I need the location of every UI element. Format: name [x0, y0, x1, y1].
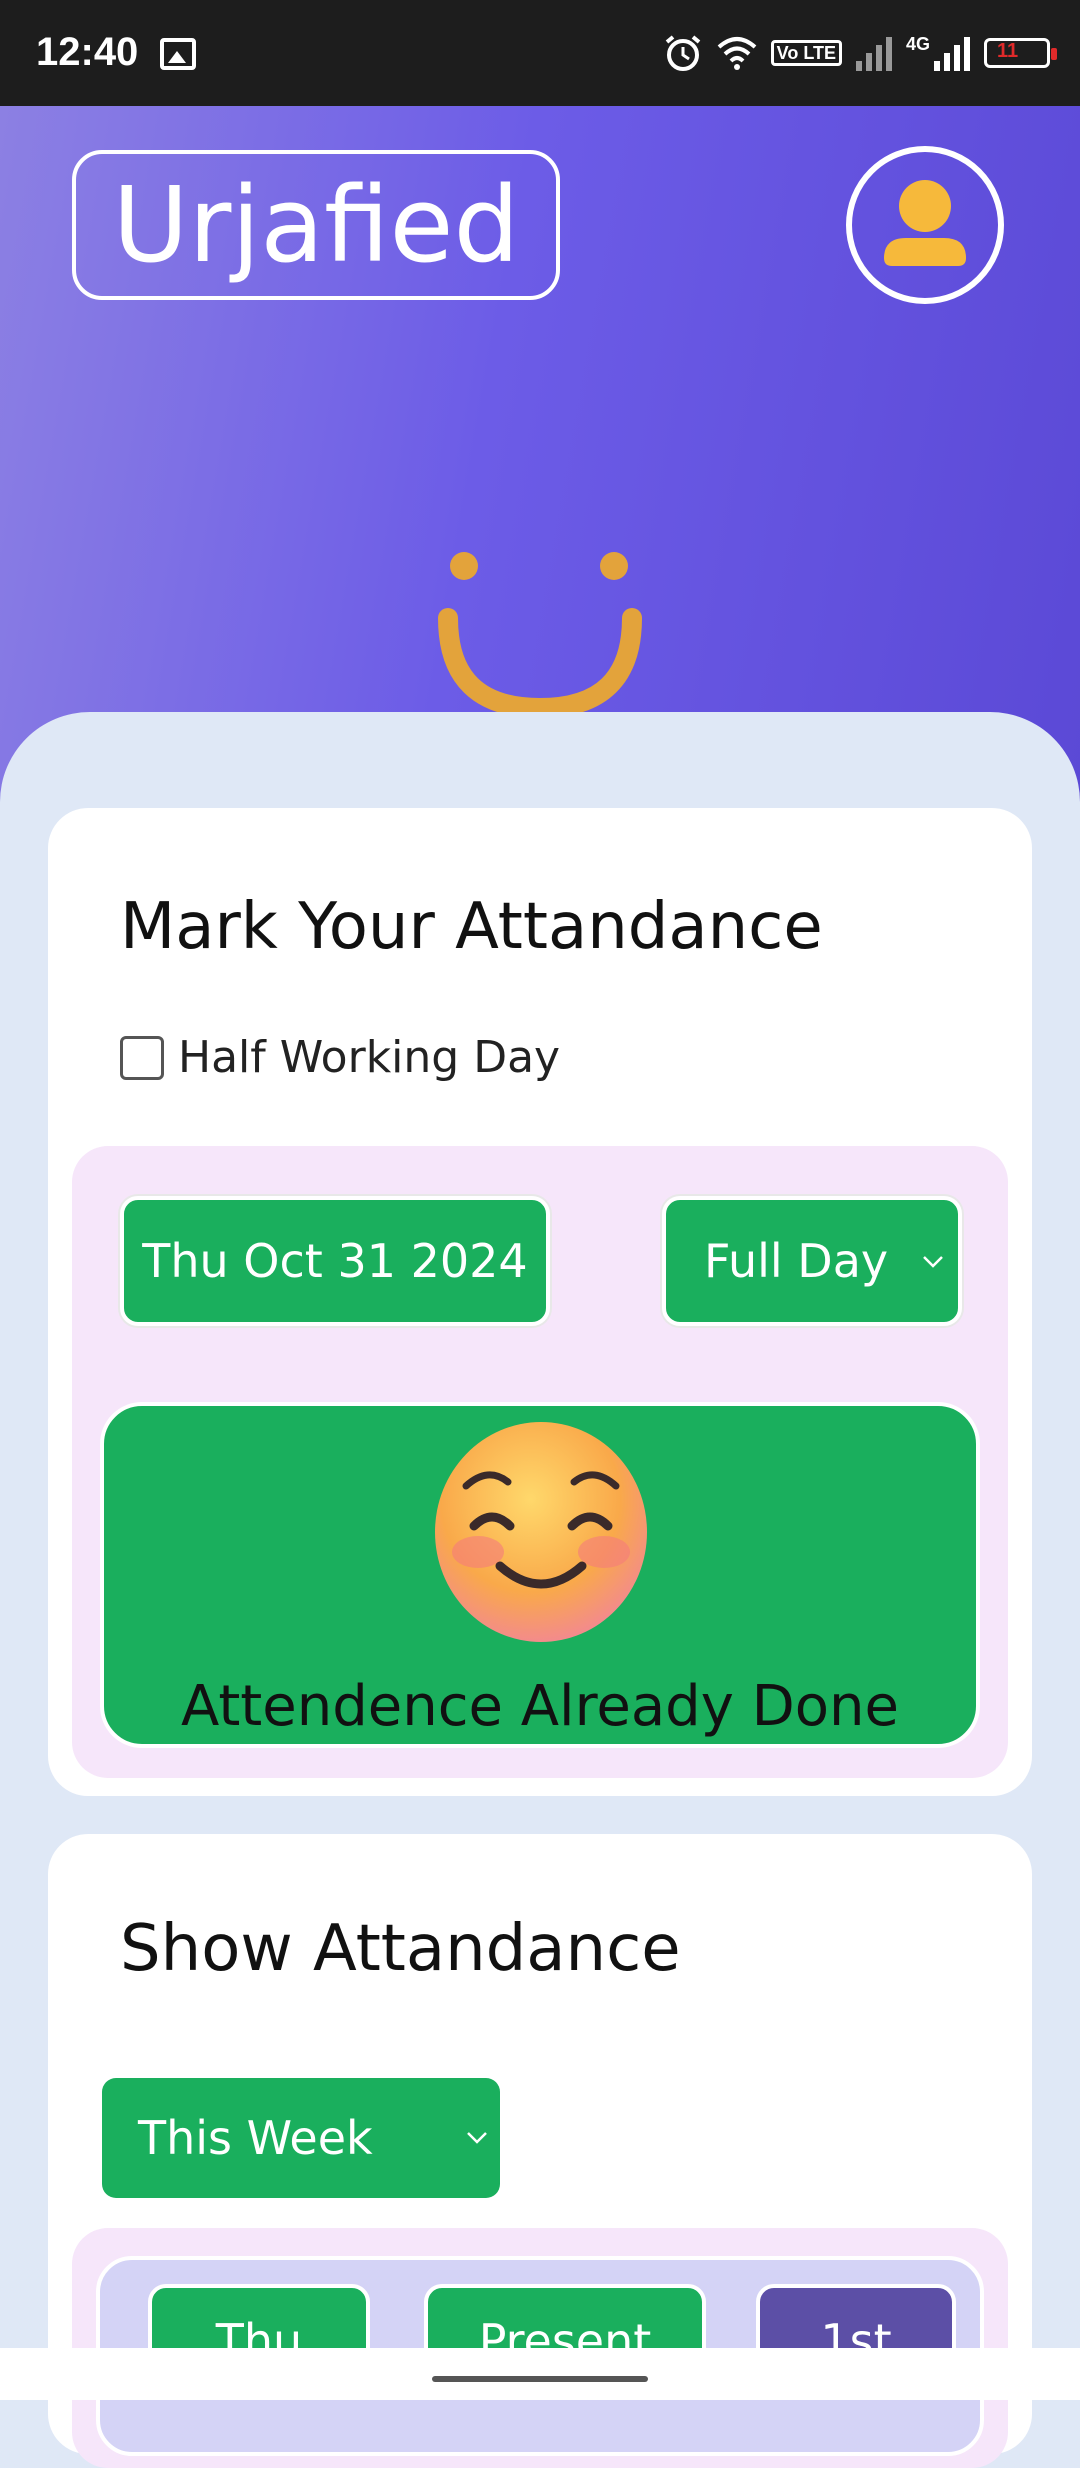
4g-label: 4G	[905, 33, 930, 54]
signal-icon	[855, 37, 892, 71]
smile-decoration-icon	[438, 552, 642, 719]
image-icon	[160, 38, 196, 70]
mark-attendance-title: Mark Your Attandance	[120, 890, 823, 964]
half-day-checkbox[interactable]	[120, 1035, 164, 1080]
alarm-icon	[665, 35, 700, 71]
chevron-down-icon	[923, 1256, 943, 1268]
attendance-done-panel: Attendence Already Done	[100, 1402, 980, 1748]
date-picker-button[interactable]: Thu Oct 31 2024	[120, 1196, 550, 1326]
show-attendance-title: Show Attandance	[120, 1912, 681, 1986]
mark-attendance-card: Mark Your Attandance Half Working Day Th…	[48, 808, 1032, 1796]
attendance-done-text: Attendence Already Done	[181, 1674, 899, 1739]
range-value: This Week	[138, 2111, 373, 2165]
4g-signal-icon	[934, 37, 970, 71]
status-bar: 12:40 Vo LTE 4G 11	[0, 0, 1080, 106]
app-logo-text: Urjafied	[112, 164, 520, 286]
range-select[interactable]: This Week	[102, 2078, 500, 2198]
half-day-row[interactable]: Half Working Day	[120, 1032, 560, 1083]
user-avatar-icon	[884, 180, 966, 266]
home-gesture-handle[interactable]	[432, 2376, 648, 2382]
status-time: 12:40	[36, 30, 139, 74]
status-icons: Vo LTE 4G 11	[663, 28, 1057, 78]
half-day-label: Half Working Day	[178, 1032, 561, 1083]
chevron-down-icon	[467, 2132, 487, 2144]
volte-icon: Vo LTE	[770, 40, 842, 66]
battery-icon: 11	[984, 38, 1057, 68]
day-type-value: Full Day	[704, 1234, 889, 1288]
date-value: Thu Oct 31 2024	[142, 1234, 528, 1288]
profile-avatar-button[interactable]	[846, 146, 1004, 304]
day-type-select[interactable]: Full Day	[662, 1196, 962, 1326]
wifi-icon	[717, 37, 756, 70]
battery-level: 11	[997, 40, 1019, 62]
smiling-face-emoji-icon	[435, 1422, 647, 1642]
system-nav-bar	[0, 2348, 1080, 2400]
app-logo: Urjafied	[72, 150, 560, 300]
attendance-panel: Thu Oct 31 2024 Full Day Attendence Alre…	[72, 1146, 1008, 1778]
